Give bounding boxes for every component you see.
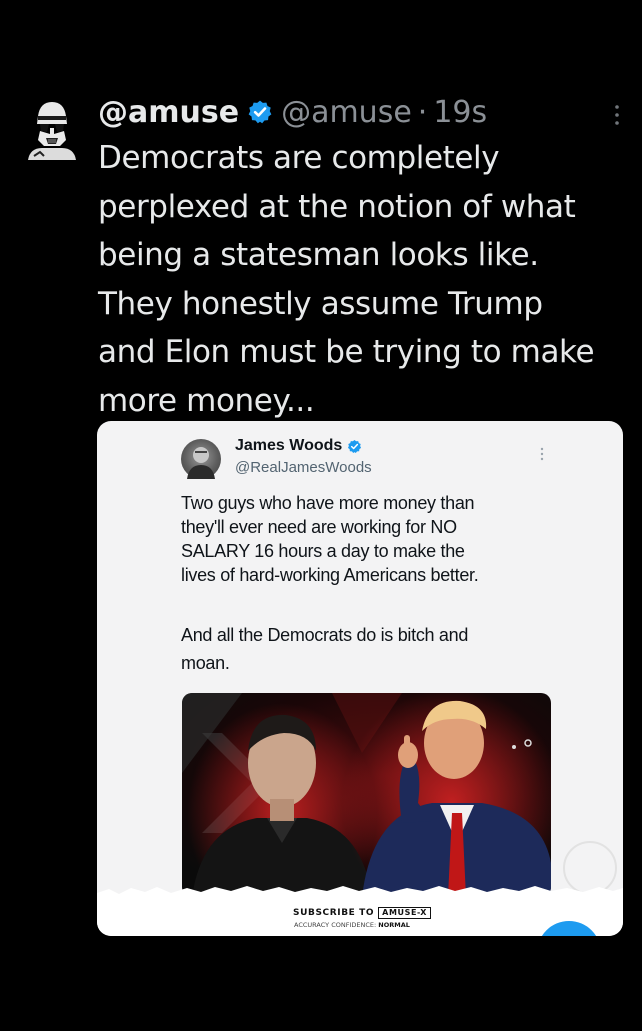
stormtrooper-avatar-icon[interactable] <box>26 98 76 160</box>
inner-verified-badge-icon <box>348 439 362 453</box>
display-name[interactable]: @amuse <box>98 95 239 130</box>
handle[interactable]: @amuse <box>281 95 412 130</box>
separator-dot: · <box>417 94 428 130</box>
tweet-text: Democrats are completely perplexed at th… <box>98 140 595 419</box>
inner-paragraph-1: Two guys who have more money than they'l… <box>181 493 479 585</box>
inner-handle: @RealJamesWoods <box>235 459 372 476</box>
accuracy-label: ACCURACY CONFIDENCE: <box>294 921 377 929</box>
brand-label: AMUSE-X <box>378 907 432 919</box>
more-vertical-icon[interactable] <box>614 104 620 126</box>
attached-image[interactable]: James Woods @RealJamesWoods Two guys who… <box>97 421 623 936</box>
inner-display-name-text: James Woods <box>235 437 343 454</box>
photo-two-men-icon <box>182 693 551 897</box>
subscribe-label: SUBSCRIBE TO <box>293 908 375 918</box>
inner-avatar <box>181 439 221 479</box>
subscribe-banner: SUBSCRIBE TO AMUSE-X <box>293 907 432 919</box>
timestamp[interactable]: 19s <box>433 95 487 130</box>
verified-badge-icon <box>248 100 272 124</box>
inner-more-icon <box>540 447 544 461</box>
tweet[interactable]: @amuse @amuse · 19s Democrats are comple… <box>98 88 628 425</box>
inner-paragraph-2: And all the Democrats do is bitch and mo… <box>181 625 469 673</box>
accuracy-line: ACCURACY CONFIDENCE: NORMAL <box>294 921 410 929</box>
inner-display-name: James Woods <box>235 437 362 455</box>
accuracy-value: NORMAL <box>378 921 410 929</box>
tweet-header: @amuse @amuse · 19s <box>98 88 628 136</box>
